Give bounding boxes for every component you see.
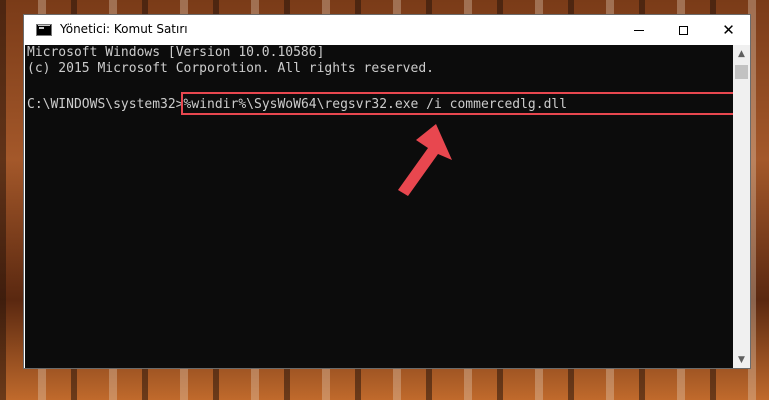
console-line-copyright: (c) 2015 Microsoft Corporotion. All righ… [27,61,434,76]
close-button[interactable]: ✕ [706,15,751,45]
console-area[interactable]: Microsoft Windows [Version 10.0.10586] (… [25,45,735,368]
command-highlight-box [181,92,735,115]
cmd-window: Yönetici: Komut Satırı ✕ Microsoft Windo… [23,14,751,369]
vertical-scrollbar[interactable]: ▲ ▼ [733,45,750,368]
maximize-button[interactable] [661,15,706,45]
chevron-up-icon: ▲ [738,48,745,59]
window-title: Yönetici: Komut Satırı [60,22,188,36]
minimize-icon [633,29,644,31]
scroll-up-button[interactable]: ▲ [733,45,750,62]
maximize-icon [679,25,688,35]
scroll-down-button[interactable]: ▼ [733,351,750,368]
close-icon: ✕ [722,20,735,39]
chevron-down-icon: ▼ [738,354,745,365]
scroll-thumb[interactable] [735,65,748,79]
console-prompt: C:\WINDOWS\system32> [27,97,184,112]
minimize-button[interactable] [616,15,661,45]
arrow-head [398,124,452,196]
title-bar[interactable]: Yönetici: Komut Satırı ✕ [24,15,750,45]
cmd-icon [36,24,52,36]
console-line-version: Microsoft Windows [Version 10.0.10586] [27,45,325,60]
pointer-arrow-icon [398,124,452,196]
